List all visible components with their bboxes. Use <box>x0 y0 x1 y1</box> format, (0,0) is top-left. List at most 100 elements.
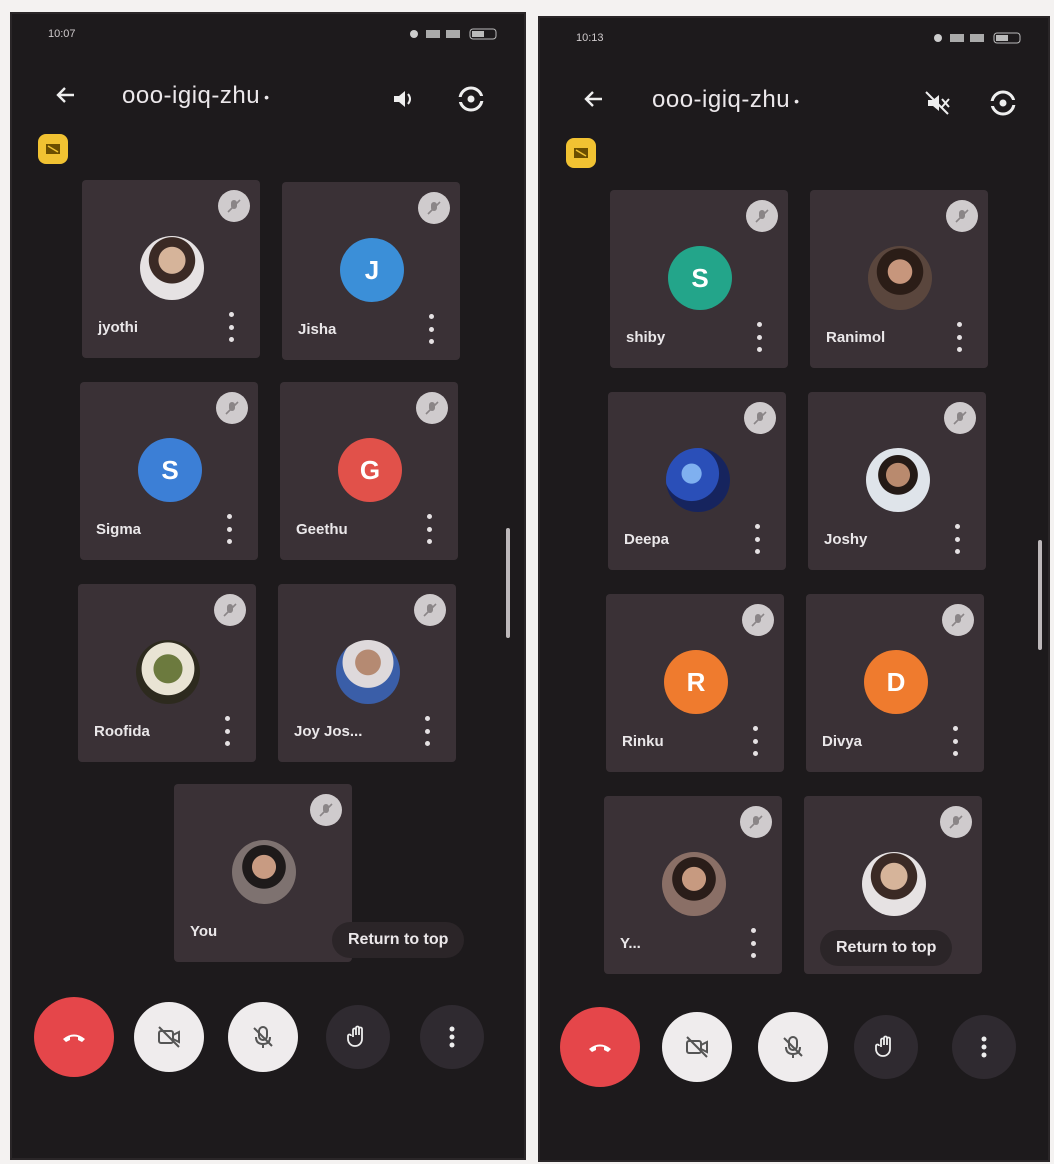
camera-off-icon <box>686 1036 708 1058</box>
signal-battery-icon <box>934 32 1021 44</box>
participant-more-button[interactable] <box>420 716 434 746</box>
participant-tile[interactable]: Ranimol <box>810 190 988 368</box>
mic-off-badge <box>214 594 246 626</box>
participant-avatar-initial: R <box>664 650 728 714</box>
mic-off-badge <box>740 806 772 838</box>
call-controls <box>10 997 526 1092</box>
mic-off-icon <box>751 613 765 627</box>
end-call-button[interactable] <box>560 1007 640 1087</box>
participant-more-button[interactable] <box>748 726 762 756</box>
presentation-indicator[interactable] <box>566 138 596 168</box>
participant-tile[interactable]: Y... <box>604 796 782 974</box>
speaker-button[interactable] <box>918 84 956 122</box>
camera-toggle-button[interactable] <box>134 1002 204 1072</box>
status-time: 10:13 <box>576 32 604 44</box>
camera-toggle-button[interactable] <box>662 1012 732 1082</box>
mic-off-icon <box>755 209 769 223</box>
mic-off-icon <box>949 815 963 829</box>
participant-name: Roofida <box>94 723 150 740</box>
camera-off-icon <box>158 1026 180 1048</box>
participant-tile[interactable]: J Jisha <box>282 182 460 360</box>
participant-more-button[interactable] <box>952 322 966 352</box>
participant-avatar-photo <box>862 852 926 916</box>
participant-name: Rinku <box>622 733 664 750</box>
more-options-button[interactable] <box>420 1005 484 1069</box>
participant-more-button[interactable] <box>948 726 962 756</box>
signal-battery-icon <box>410 28 497 40</box>
participant-more-button[interactable] <box>746 928 760 958</box>
meeting-code-dot: • <box>264 88 270 105</box>
participant-more-button[interactable] <box>422 514 436 544</box>
presentation-indicator[interactable] <box>38 134 68 164</box>
participant-name: Ranimol <box>826 329 886 346</box>
mic-off-badge <box>942 604 974 636</box>
status-bar: 10:13 <box>538 32 1050 52</box>
end-call-icon <box>63 1034 85 1042</box>
mic-off-icon <box>783 1036 803 1058</box>
end-call-button[interactable] <box>34 997 114 1077</box>
participant-name: Joshy <box>824 531 868 548</box>
app-bar: ooo-igiq-zhu • <box>538 78 1050 128</box>
raise-hand-button[interactable] <box>854 1015 918 1079</box>
scrollbar-thumb[interactable] <box>1038 540 1042 650</box>
participant-tile[interactable]: Roofida <box>78 584 256 762</box>
participant-tile[interactable]: Joshy <box>808 392 986 570</box>
participant-more-button[interactable] <box>222 514 236 544</box>
mic-off-badge <box>414 594 446 626</box>
participant-tile[interactable]: Joy Jos... <box>278 584 456 762</box>
mic-off-icon <box>319 803 333 817</box>
participant-more-button[interactable] <box>224 312 238 342</box>
participant-tile[interactable]: S shiby <box>610 190 788 368</box>
more-vertical-icon <box>981 1036 987 1058</box>
switch-camera-button[interactable] <box>984 84 1022 122</box>
present-screen-icon <box>46 144 60 154</box>
participant-more-button[interactable] <box>752 322 766 352</box>
mic-off-badge <box>944 402 976 434</box>
self-tile[interactable]: You <box>174 784 352 962</box>
participant-name: shiby <box>626 329 666 346</box>
mic-toggle-button[interactable] <box>228 1002 298 1072</box>
meeting-code[interactable]: ooo-igiq-zhu • <box>122 82 270 110</box>
present-screen-icon <box>574 148 588 158</box>
participant-name: jyothi <box>98 319 138 336</box>
meeting-code[interactable]: ooo-igiq-zhu • <box>652 86 800 114</box>
raise-hand-button[interactable] <box>326 1005 390 1069</box>
meeting-code-text: ooo-igiq-zhu <box>652 86 791 113</box>
return-to-top-button[interactable]: Return to top <box>820 930 953 966</box>
call-controls <box>538 1007 1050 1102</box>
back-arrow-icon <box>56 87 74 103</box>
participant-tile[interactable]: Deepa <box>608 392 786 570</box>
participant-tile[interactable]: R Rinku <box>606 594 784 772</box>
more-options-button[interactable] <box>952 1015 1016 1079</box>
participant-more-button[interactable] <box>424 314 438 344</box>
speaker-button[interactable] <box>384 80 422 118</box>
mic-off-icon <box>753 411 767 425</box>
more-vertical-icon <box>449 1026 455 1048</box>
participant-avatar-initial: J <box>340 238 404 302</box>
participant-tile[interactable]: jyothi <box>82 180 260 358</box>
mic-off-badge <box>418 192 450 224</box>
mic-off-badge <box>310 794 342 826</box>
speaker-icon <box>394 91 411 107</box>
mic-off-icon <box>253 1026 273 1048</box>
participant-more-button[interactable] <box>750 524 764 554</box>
back-button[interactable] <box>46 78 86 118</box>
mic-toggle-button[interactable] <box>758 1012 828 1082</box>
meet-screen-right: 10:13 ooo-igiq-zhu • S shiby Ranimol Dee… <box>538 16 1050 1162</box>
mic-off-badge <box>216 392 248 424</box>
scrollbar-thumb[interactable] <box>506 528 510 638</box>
status-time: 10:07 <box>48 28 76 40</box>
back-button[interactable] <box>574 82 614 122</box>
participant-more-button[interactable] <box>220 716 234 746</box>
switch-camera-button[interactable] <box>452 80 490 118</box>
mic-off-icon <box>227 199 241 213</box>
participant-avatar-photo <box>868 246 932 310</box>
mic-off-icon <box>425 401 439 415</box>
participant-more-button[interactable] <box>950 524 964 554</box>
end-call-icon <box>589 1044 611 1052</box>
participant-tile[interactable]: D Divya <box>806 594 984 772</box>
participant-tile[interactable]: G Geethu <box>280 382 458 560</box>
return-to-top-button[interactable]: Return to top <box>332 922 465 958</box>
mic-off-badge <box>218 190 250 222</box>
participant-tile[interactable]: S Sigma <box>80 382 258 560</box>
